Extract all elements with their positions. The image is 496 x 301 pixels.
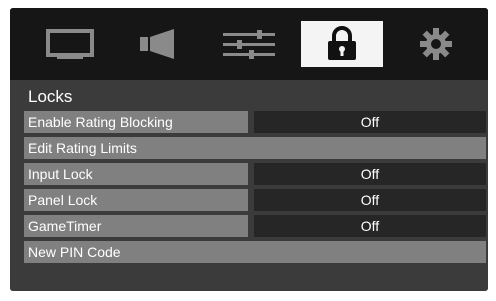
menu-item-new-pin-code[interactable]: New PIN Code [24,241,486,263]
menu-item-value: Off [254,215,486,237]
menu-item-label: Edit Rating Limits [24,137,486,159]
tab-audio[interactable] [126,21,190,67]
tab-locks[interactable] [301,21,383,67]
menu-item-label: Enable Rating Blocking [24,111,248,133]
menu-item-value: Off [254,189,486,211]
menu-item-input-lock[interactable]: Input Lock Off [24,163,486,185]
menu-item-label: Input Lock [24,163,248,185]
menu-item-value: Off [254,111,486,133]
menu-item-gametimer[interactable]: GameTimer Off [24,215,486,237]
menu-item-label: GameTimer [24,215,248,237]
gear-icon [420,28,452,60]
tab-settings-adjust[interactable] [214,21,284,67]
menu-item-enable-rating-blocking[interactable]: Enable Rating Blocking Off [24,111,486,133]
picture-icon [46,29,94,59]
lock-icon [328,26,356,60]
speaker-icon [140,29,174,59]
menu-item-label: New PIN Code [24,241,486,263]
tab-picture[interactable] [38,21,102,67]
tab-system[interactable] [404,21,468,67]
sliders-icon [223,30,275,59]
menu-item-panel-lock[interactable]: Panel Lock Off [24,189,486,211]
locks-panel: Locks Enable Rating Blocking Off Edit Ra… [10,80,488,291]
menu-item-label: Panel Lock [24,189,248,211]
category-tab-bar [10,8,488,80]
menu-item-edit-rating-limits[interactable]: Edit Rating Limits [24,137,486,159]
menu-item-value: Off [254,163,486,185]
section-title: Locks [28,87,73,106]
menu-bottom-area [24,268,486,288]
tv-settings-menu: Locks Enable Rating Blocking Off Edit Ra… [10,8,488,291]
